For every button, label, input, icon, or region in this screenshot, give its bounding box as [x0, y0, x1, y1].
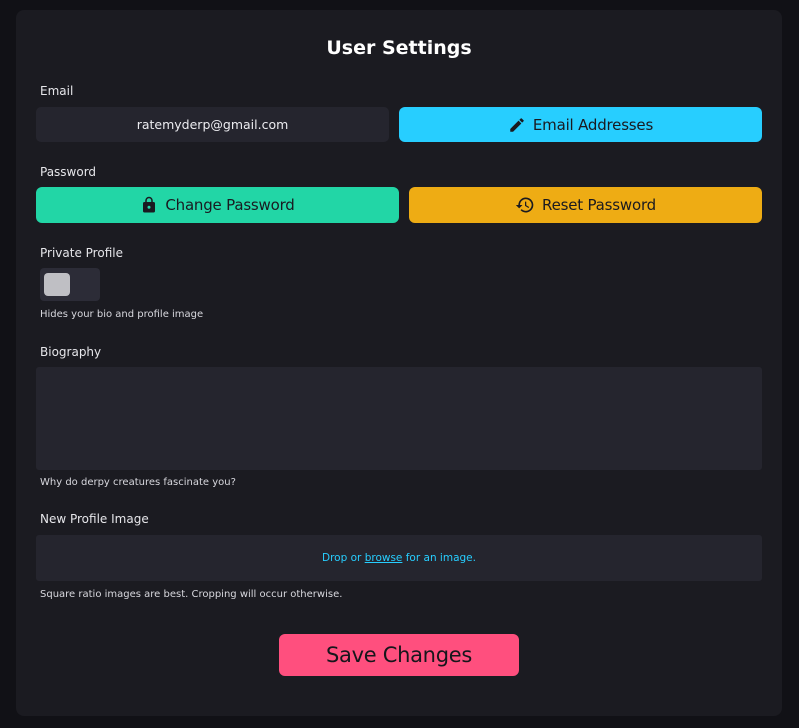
change-password-button[interactable]: Change Password [36, 187, 399, 223]
profile-image-dropzone[interactable]: Drop or browse for an image. [36, 535, 762, 581]
browse-link[interactable]: browse [365, 552, 403, 564]
email-addresses-label: Email Addresses [532, 115, 654, 134]
password-label: Password [40, 165, 97, 179]
lock-icon [143, 196, 156, 213]
profile-image-hint: Square ratio images are best. Cropping w… [40, 589, 343, 600]
biography-textarea[interactable] [36, 367, 762, 470]
profile-image-label: New Profile Image [40, 512, 149, 526]
history-icon [515, 197, 534, 213]
private-profile-hint: Hides your bio and profile image [40, 309, 204, 320]
toggle-knob [44, 273, 70, 296]
dropzone-prefix: Drop or [322, 552, 362, 564]
email-addresses-button[interactable]: Email Addresses [399, 107, 762, 142]
biography-hint: Why do derpy creatures fascinate you? [40, 477, 236, 488]
reset-password-label: Reset Password [542, 196, 656, 214]
page-title: User Settings [326, 37, 472, 59]
pencil-icon [510, 117, 524, 132]
save-changes-button[interactable]: Save Changes [279, 634, 519, 676]
reset-password-button[interactable]: Reset Password [409, 187, 762, 223]
email-label: Email [40, 84, 74, 98]
biography-label: Biography [40, 345, 102, 359]
dropzone-suffix: for an image. [405, 552, 476, 564]
change-password-label: Change Password [165, 196, 295, 214]
private-profile-toggle[interactable] [40, 268, 100, 301]
private-profile-label: Private Profile [40, 246, 123, 260]
email-field[interactable]: ratemyderp@gmail.com [36, 107, 389, 142]
settings-card: User Settings Email ratemyderp@gmail.com… [16, 10, 782, 716]
